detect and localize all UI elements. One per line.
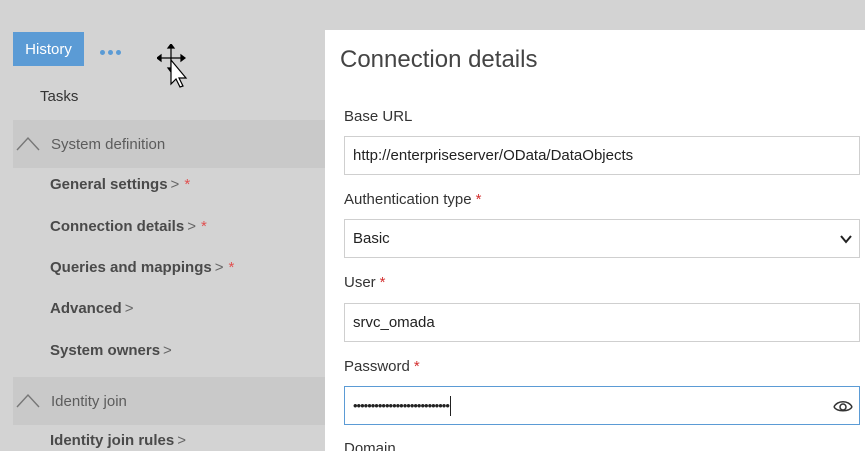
required-marker: * [200, 218, 207, 235]
move-cursor-icon [157, 44, 188, 88]
chevron-down-icon [840, 235, 852, 244]
required-marker: * [228, 259, 235, 276]
domain-label: Domain [344, 440, 396, 451]
nav-item-label: Advanced [50, 300, 122, 317]
nav-item-label: System owners [50, 342, 161, 359]
password-label: Password * [344, 358, 420, 375]
password-value: ••••••••••••••••••••••••••• [353, 398, 450, 413]
authentication-type-select[interactable]: Basic [344, 219, 860, 258]
required-marker: * [379, 274, 386, 291]
nav-item-connection-details[interactable]: Connection details > * [50, 218, 207, 235]
more-dots-icon[interactable] [100, 50, 121, 55]
section-system-definition[interactable]: System definition [13, 120, 325, 168]
nav-item-general-settings[interactable]: General settings > * [50, 176, 190, 193]
password-input[interactable]: ••••••••••••••••••••••••••• [344, 386, 860, 425]
chevron-right-icon: > [187, 218, 196, 235]
required-marker: * [184, 176, 191, 193]
chevron-up-icon [16, 393, 40, 408]
authentication-type-label: Authentication type * [344, 191, 482, 208]
connection-details-panel: Connection details Base URL http://enter… [325, 30, 865, 451]
nav-item-label: Identity join rules [50, 432, 175, 449]
tasks-label[interactable]: Tasks [40, 88, 78, 105]
nav-item-identity-join-rules[interactable]: Identity join rules > [50, 432, 186, 449]
section-identity-join[interactable]: Identity join [13, 377, 325, 425]
nav-item-label: Connection details [50, 218, 185, 235]
text-caret [449, 395, 451, 416]
base-url-input[interactable]: http://enterpriseserver/OData/DataObject… [344, 136, 860, 175]
nav-item-label: General settings [50, 176, 168, 193]
left-sidebar: History Tasks System definition General … [0, 0, 325, 451]
eye-icon[interactable] [833, 397, 853, 415]
chevron-up-icon [16, 136, 40, 151]
chevron-right-icon: > [177, 432, 186, 449]
required-marker: * [413, 358, 420, 375]
chevron-right-icon: > [170, 176, 180, 193]
history-button[interactable]: History [13, 32, 84, 66]
nav-item-label: Queries and mappings [50, 259, 212, 276]
section-label: System definition [51, 135, 166, 153]
user-input[interactable]: srvc_omada [344, 303, 860, 342]
base-url-value: http://enterpriseserver/OData/DataObject… [353, 147, 634, 164]
required-marker: * [475, 191, 482, 208]
user-value: srvc_omada [353, 314, 435, 331]
chevron-right-icon: > [214, 259, 224, 276]
chevron-right-icon: > [163, 342, 172, 359]
page-title: Connection details [340, 46, 538, 73]
user-label: User * [344, 274, 386, 291]
nav-item-system-owners[interactable]: System owners > [50, 342, 172, 359]
section-label: Identity join [51, 392, 127, 410]
nav-item-queries-and-mappings[interactable]: Queries and mappings > * [50, 259, 234, 276]
chevron-right-icon: > [124, 300, 134, 317]
base-url-label: Base URL [344, 108, 413, 125]
authentication-type-value: Basic [353, 230, 390, 247]
nav-item-advanced[interactable]: Advanced > [50, 300, 133, 317]
